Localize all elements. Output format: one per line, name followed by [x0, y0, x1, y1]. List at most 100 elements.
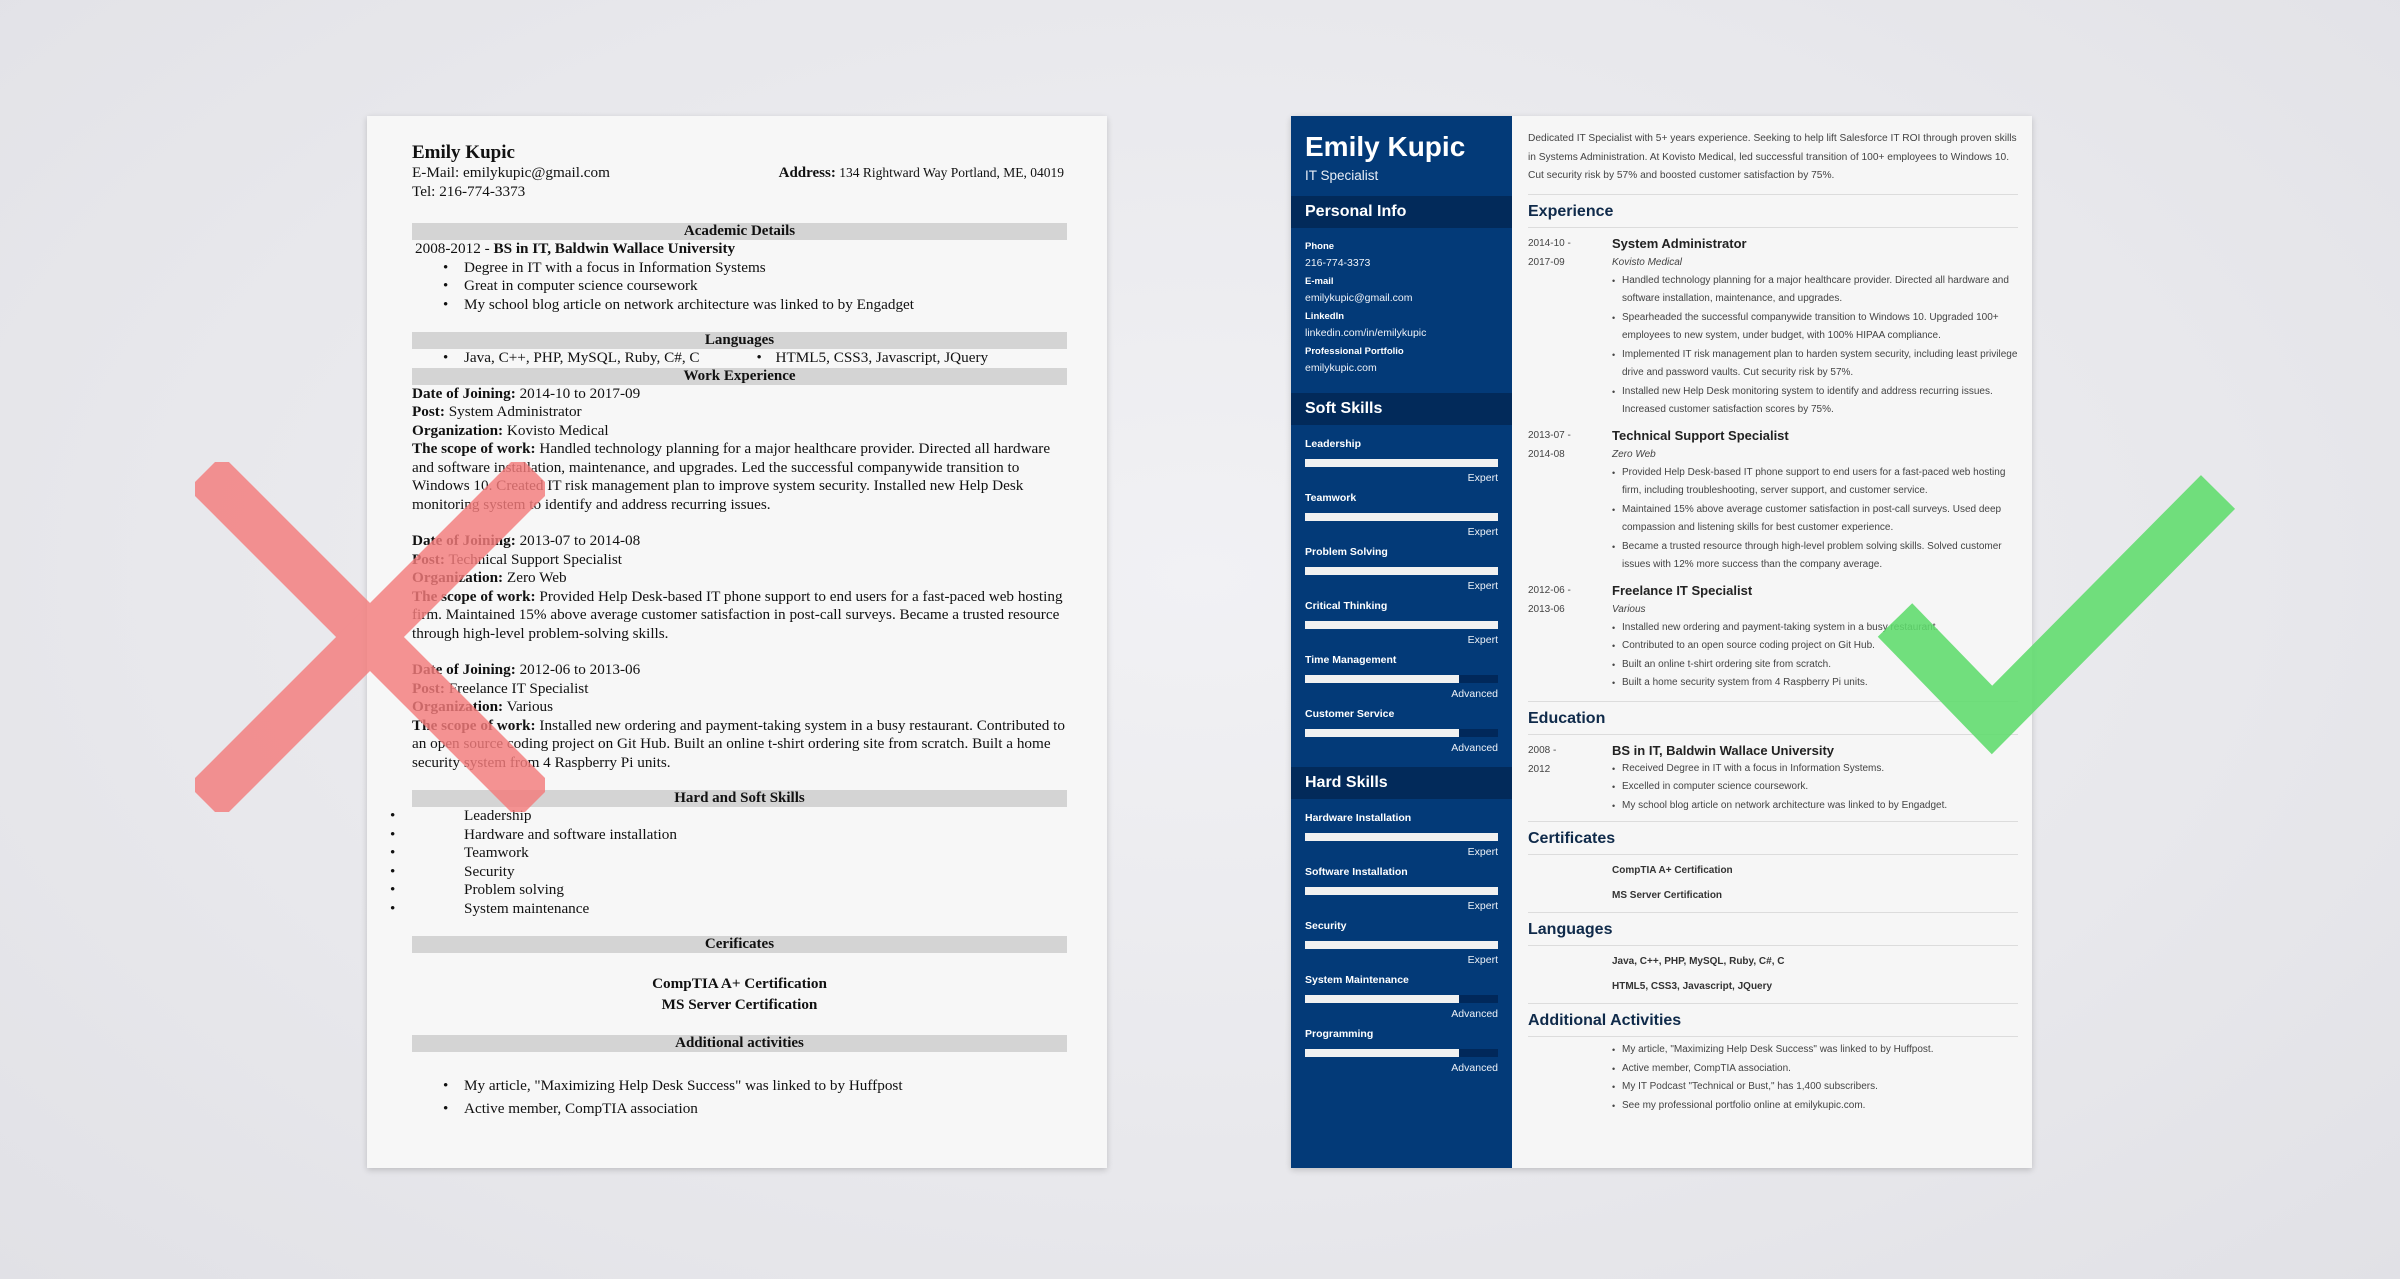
section-heading-skills: Hard and Soft Skills: [412, 790, 1067, 807]
skill-bar-fill: [1305, 513, 1498, 521]
skill-item: Hardware and software installation: [390, 826, 1067, 845]
date-to: 2012: [1528, 763, 1551, 775]
activities-list: My article, "Maximizing Help Desk Succes…: [1528, 1041, 2018, 1115]
job-organization: Organization: Kovisto Medical: [412, 422, 1067, 441]
sidebar-heading-hard-skills: Hard Skills: [1291, 767, 1512, 799]
work-entry: Date of Joining: 2013-07 to 2014-08 Post:…: [412, 532, 1067, 643]
sidebar-heading-personal-info: Personal Info: [1291, 196, 1512, 228]
skill-level: Expert: [1467, 954, 1498, 966]
education-section: Education 2008 - 2012 BS in IT, Baldwin …: [1528, 702, 2018, 816]
personal-info-value: linkedin.com/in/emilykupic: [1305, 327, 1427, 339]
list-item: Contributed to an open source coding pro…: [1612, 637, 2018, 656]
skill-bar-track: [1305, 941, 1498, 949]
skill-level: Advanced: [1451, 742, 1498, 754]
skill-bar-track: [1305, 887, 1498, 895]
certificate-item: CompTIA A+ Certification: [1612, 865, 1733, 876]
divider: [1528, 226, 2018, 228]
field-value: Technical Support Specialist: [448, 550, 622, 568]
job-dates: Date of Joining: 2012-06 to 2013-06: [412, 661, 1067, 680]
language-item: Java, C++, PHP, MySQL, Ruby, C#, C: [1612, 956, 1785, 967]
skill-item: Teamwork: [390, 844, 1067, 863]
field-label: The scope of work:: [412, 716, 536, 734]
sidebar-job-title: IT Specialist: [1305, 168, 1379, 183]
skill-bar-track: [1305, 567, 1498, 575]
list-item: Degree in IT with a focus in Information…: [412, 259, 1067, 278]
certificate-item: MS Server Certification: [1612, 890, 1723, 901]
skill-name: Hardware Installation: [1305, 812, 1412, 824]
email-label: E-Mail:: [412, 164, 460, 181]
section-heading-activities: Additional Activities: [1528, 1012, 1682, 1029]
field-label: Post:: [412, 679, 445, 697]
skill-bar-fill: [1305, 887, 1498, 895]
field-value: 2012-06 to 2013-06: [519, 661, 641, 678]
date-from: 2008 -: [1528, 744, 1557, 756]
skill-name: Time Management: [1305, 654, 1397, 666]
job-scope: The scope of work: Installed new orderin…: [412, 717, 1067, 773]
experience-section: Experience 2014-10 - 2017-09 System Admini…: [1528, 195, 2018, 693]
divider: [1528, 1036, 2018, 1037]
list-item: My IT Podcast "Technical or Bust," has 1…: [1612, 1078, 2018, 1097]
experience-body: Technical Support Specialist Zero Web Prov…: [1612, 426, 2018, 575]
experience-body: System Administrator Kovisto Medical Handl…: [1612, 234, 2018, 420]
skill-item: Problem solving: [390, 881, 1067, 900]
languages-section: Languages Java, C++, PHP, MySQL, Ruby, C…: [1528, 913, 2018, 999]
list-item: Built a home security system from 4 Rasp…: [1612, 674, 2018, 693]
experience-entry: 2012-06 - 2013-06 Freelance IT Specialist V…: [1528, 581, 2018, 693]
field-label: Date of Joining:: [412, 384, 516, 402]
resume-sidebar: Emily Kupic IT Specialist Personal Info …: [1291, 116, 1512, 1168]
job-scope: The scope of work: Handled technology pl…: [412, 440, 1067, 514]
education-body: BS in IT, Baldwin Wallace University Rec…: [1612, 741, 2018, 816]
field-label: Organization:: [412, 569, 504, 586]
hard-skills-list: Hardware Installation Expert Software Inst…: [1291, 799, 1512, 1083]
skill-bar-fill: [1305, 833, 1498, 841]
good-resume-page: Emily Kupic IT Specialist Personal Info …: [1291, 116, 2032, 1168]
job-title: System Administrator: [1612, 235, 1747, 251]
skill-bar-fill: [1305, 729, 1460, 737]
address-value: 134 Rightward Way Portland, ME, 04019: [839, 165, 1064, 180]
section-heading-work: Work Experience: [412, 367, 1067, 385]
job-post: Post: System Administrator: [412, 403, 1067, 422]
soft-skills-list: Leadership Expert Teamwork Expert Problem So…: [1291, 425, 1512, 763]
list-item: My school blog article on network archit…: [412, 296, 1067, 315]
field-value: Various: [506, 698, 554, 715]
certificate-item: CompTIA A+ Certification: [652, 975, 827, 992]
skill-bar-track: [1305, 833, 1498, 841]
address-label: Address:: [778, 165, 836, 181]
skills-list: LeadershipHardware and software installa…: [390, 807, 1067, 918]
field-label: Organization:: [412, 698, 504, 715]
experience-entry: 2013-07 - 2014-08 Technical Support Specia…: [1528, 426, 2018, 575]
divider: [1528, 854, 2018, 855]
field-label: Post:: [412, 550, 445, 568]
skill-level: Expert: [1467, 900, 1498, 912]
languages-row: Java, C++, PHP, MySQL, Ruby, C#, C HTML5…: [412, 349, 1067, 368]
skill-bar-fill: [1305, 1049, 1460, 1057]
skill-bar-track: [1305, 459, 1498, 467]
list-item: Spearheaded the successful companywide t…: [1612, 309, 2018, 346]
personal-info-label: E-mail: [1305, 276, 1334, 287]
skill-item: Leadership Expert: [1305, 437, 1498, 485]
divider: [1528, 945, 2018, 946]
sidebar-heading-soft-skills: Soft Skills: [1291, 393, 1512, 425]
list-item: Maintained 15% above average customer sa…: [1612, 501, 2018, 538]
education-bullets: Received Degree in IT with a focus in In…: [1612, 760, 2018, 816]
skill-item: Security: [390, 863, 1067, 882]
job-post: Post: Technical Support Specialist: [412, 551, 1067, 570]
skill-bar-fill: [1305, 459, 1498, 467]
section-heading-languages: Languages: [412, 332, 1067, 349]
job-company: Kovisto Medical: [1612, 256, 1683, 268]
bad-resume-email: E-Mail: emilykupic@gmail.com: [412, 164, 610, 183]
skill-level: Expert: [1467, 526, 1498, 538]
skill-level: Expert: [1467, 846, 1498, 858]
skill-name: Leadership: [1305, 438, 1362, 450]
academic-years: 2008-2012 -: [415, 240, 494, 257]
job-dates: Date of Joining: 2013-07 to 2014-08: [412, 532, 1067, 551]
work-experience-list: Date of Joining: 2014-10 to 2017-09 Post:…: [412, 385, 1067, 773]
list-item: My article, "Maximizing Help Desk Succes…: [412, 1074, 1067, 1097]
field-value: Kovisto Medical: [506, 421, 609, 439]
work-entry: Date of Joining: 2012-06 to 2013-06 Post:…: [412, 661, 1067, 772]
language-item: HTML5, CSS3, Javascript, JQuery: [1612, 981, 1773, 992]
field-value: System Administrator: [448, 403, 582, 420]
personal-info-value: emilykupic@gmail.com: [1305, 292, 1413, 304]
profile-summary: Dedicated IT Specialist with 5+ years ex…: [1528, 133, 2017, 181]
skill-item: Security Expert: [1305, 919, 1498, 967]
